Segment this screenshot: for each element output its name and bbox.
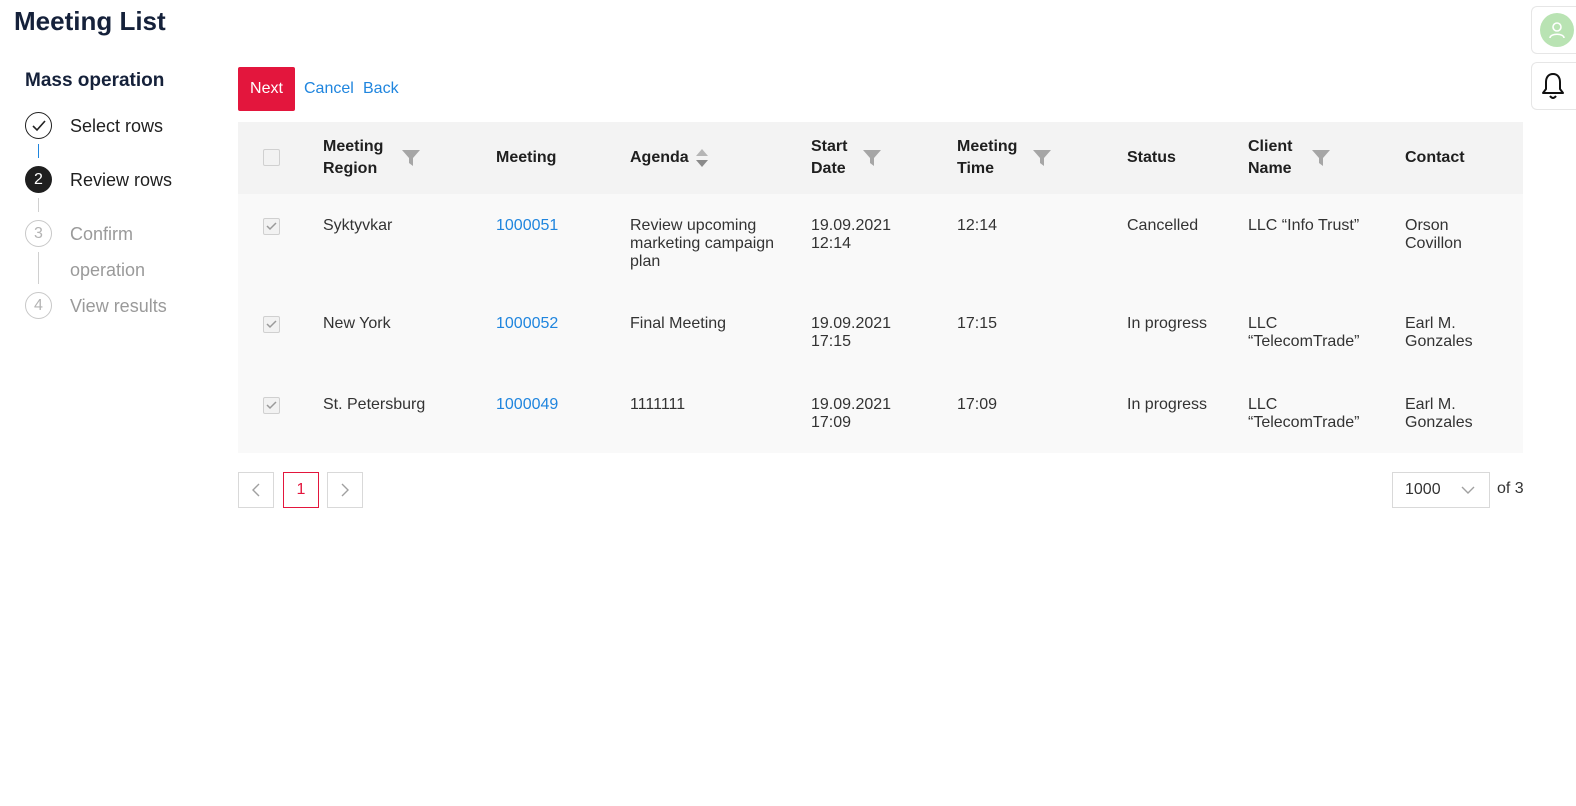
column-header-meeting: Meeting bbox=[496, 149, 557, 166]
notifications-button[interactable] bbox=[1531, 62, 1576, 110]
cell-client: LLC “TelecomTrade” bbox=[1248, 315, 1360, 350]
step-label: View results bbox=[70, 296, 167, 316]
user-icon bbox=[1549, 22, 1565, 39]
select-all-checkbox[interactable] bbox=[263, 149, 280, 166]
sort-icon[interactable] bbox=[695, 148, 709, 168]
column-header-meeting-time: Meeting Time bbox=[957, 138, 1018, 177]
chevron-left-icon bbox=[252, 483, 260, 497]
cell-start-date: 19.09.2021 17:15 bbox=[811, 315, 892, 350]
cell-region: Syktyvkar bbox=[323, 217, 393, 234]
table-header: Meeting Region Meeting Agenda Start Date M… bbox=[238, 122, 1523, 194]
total-count: of 3 bbox=[1497, 480, 1524, 497]
cell-meeting: 1000049 bbox=[496, 396, 558, 414]
column-header-agenda[interactable]: Agenda bbox=[630, 122, 709, 194]
meeting-link[interactable]: 1000049 bbox=[496, 396, 558, 413]
step-connector bbox=[38, 252, 39, 284]
step-connector bbox=[38, 144, 39, 158]
page-size-value: 1000 bbox=[1405, 481, 1441, 498]
step-3-indicator: 3 bbox=[25, 220, 52, 247]
cell-meeting: 1000051 bbox=[496, 217, 558, 235]
avatar bbox=[1540, 13, 1574, 47]
bell-icon bbox=[1542, 73, 1564, 99]
cell-agenda: 1111111 bbox=[630, 396, 686, 413]
cell-status: In progress bbox=[1127, 315, 1208, 332]
cancel-button[interactable]: Cancel bbox=[304, 80, 354, 98]
cell-status: Cancelled bbox=[1127, 217, 1199, 234]
cell-meeting: 1000052 bbox=[496, 315, 558, 333]
cell-start-date: 19.09.2021 12:14 bbox=[811, 217, 892, 252]
step-4-indicator: 4 bbox=[25, 292, 52, 319]
chevron-down-icon bbox=[1461, 486, 1475, 494]
prev-page-button[interactable] bbox=[238, 472, 274, 508]
cell-region: New York bbox=[323, 315, 391, 332]
filter-icon[interactable] bbox=[401, 149, 421, 167]
check-icon bbox=[266, 320, 277, 329]
cell-contact: Earl M. Gonzales bbox=[1405, 315, 1473, 350]
next-page-button[interactable] bbox=[327, 472, 363, 508]
column-header-region: Meeting Region bbox=[323, 138, 384, 177]
step-label-line: Confirm bbox=[70, 224, 134, 244]
step-1-indicator bbox=[25, 112, 52, 139]
chevron-right-icon bbox=[341, 483, 349, 497]
back-button[interactable]: Back bbox=[363, 80, 399, 98]
row-checkbox[interactable] bbox=[263, 218, 280, 235]
column-header-client-name: Client Name bbox=[1248, 138, 1293, 177]
column-header-start-date: Start Date bbox=[811, 138, 848, 177]
cell-start-date: 19.09.2021 17:09 bbox=[811, 396, 892, 431]
cell-client: LLC “TelecomTrade” bbox=[1248, 396, 1360, 431]
cell-time: 12:14 bbox=[957, 217, 998, 234]
stepper-title: Mass operation bbox=[25, 70, 165, 91]
step-view-results: 4 View results bbox=[25, 292, 167, 324]
cell-region: St. Petersburg bbox=[323, 396, 426, 413]
cell-contact: Earl M. Gonzales bbox=[1405, 396, 1473, 431]
meeting-link[interactable]: 1000051 bbox=[496, 217, 558, 234]
step-2-indicator: 2 bbox=[25, 166, 52, 193]
check-icon bbox=[266, 222, 277, 231]
next-button[interactable]: Next bbox=[238, 67, 295, 111]
row-checkbox[interactable] bbox=[263, 397, 280, 414]
column-header-contact: Contact bbox=[1405, 149, 1465, 166]
page-button-current[interactable]: 1 bbox=[283, 472, 319, 508]
filter-icon[interactable] bbox=[862, 149, 882, 167]
cell-agenda: Final Meeting bbox=[630, 315, 727, 332]
step-label: Review rows bbox=[70, 170, 173, 190]
page-size-select[interactable]: 1000 bbox=[1392, 472, 1490, 508]
check-icon bbox=[31, 119, 46, 131]
column-header-status: Status bbox=[1127, 149, 1176, 166]
meetings-table: Meeting Region Meeting Agenda Start Date M… bbox=[238, 122, 1523, 453]
step-select-rows: Select rows bbox=[25, 112, 163, 144]
step-label: Select rows bbox=[70, 116, 164, 136]
cell-status: In progress bbox=[1127, 396, 1208, 413]
step-review-rows: 2 Review rows bbox=[25, 166, 172, 198]
cell-time: 17:15 bbox=[957, 315, 998, 332]
filter-icon[interactable] bbox=[1032, 149, 1052, 167]
step-confirm-operation: 3 Confirm operation bbox=[25, 220, 145, 288]
row-checkbox[interactable] bbox=[263, 316, 280, 333]
step-label: Confirm operation bbox=[70, 216, 145, 288]
user-profile-button[interactable] bbox=[1531, 6, 1576, 54]
check-icon bbox=[266, 401, 277, 410]
step-label-line: operation bbox=[70, 260, 146, 280]
cell-time: 17:09 bbox=[957, 396, 998, 413]
cell-client: LLC “Info Trust” bbox=[1248, 217, 1360, 234]
step-connector bbox=[38, 198, 39, 212]
filter-icon[interactable] bbox=[1311, 149, 1331, 167]
cell-agenda: Review upcoming marketing campaign plan bbox=[630, 217, 775, 270]
page-title: Meeting List bbox=[14, 6, 166, 36]
meeting-link[interactable]: 1000052 bbox=[496, 315, 558, 332]
cell-contact: Orson Covillon bbox=[1405, 217, 1462, 252]
